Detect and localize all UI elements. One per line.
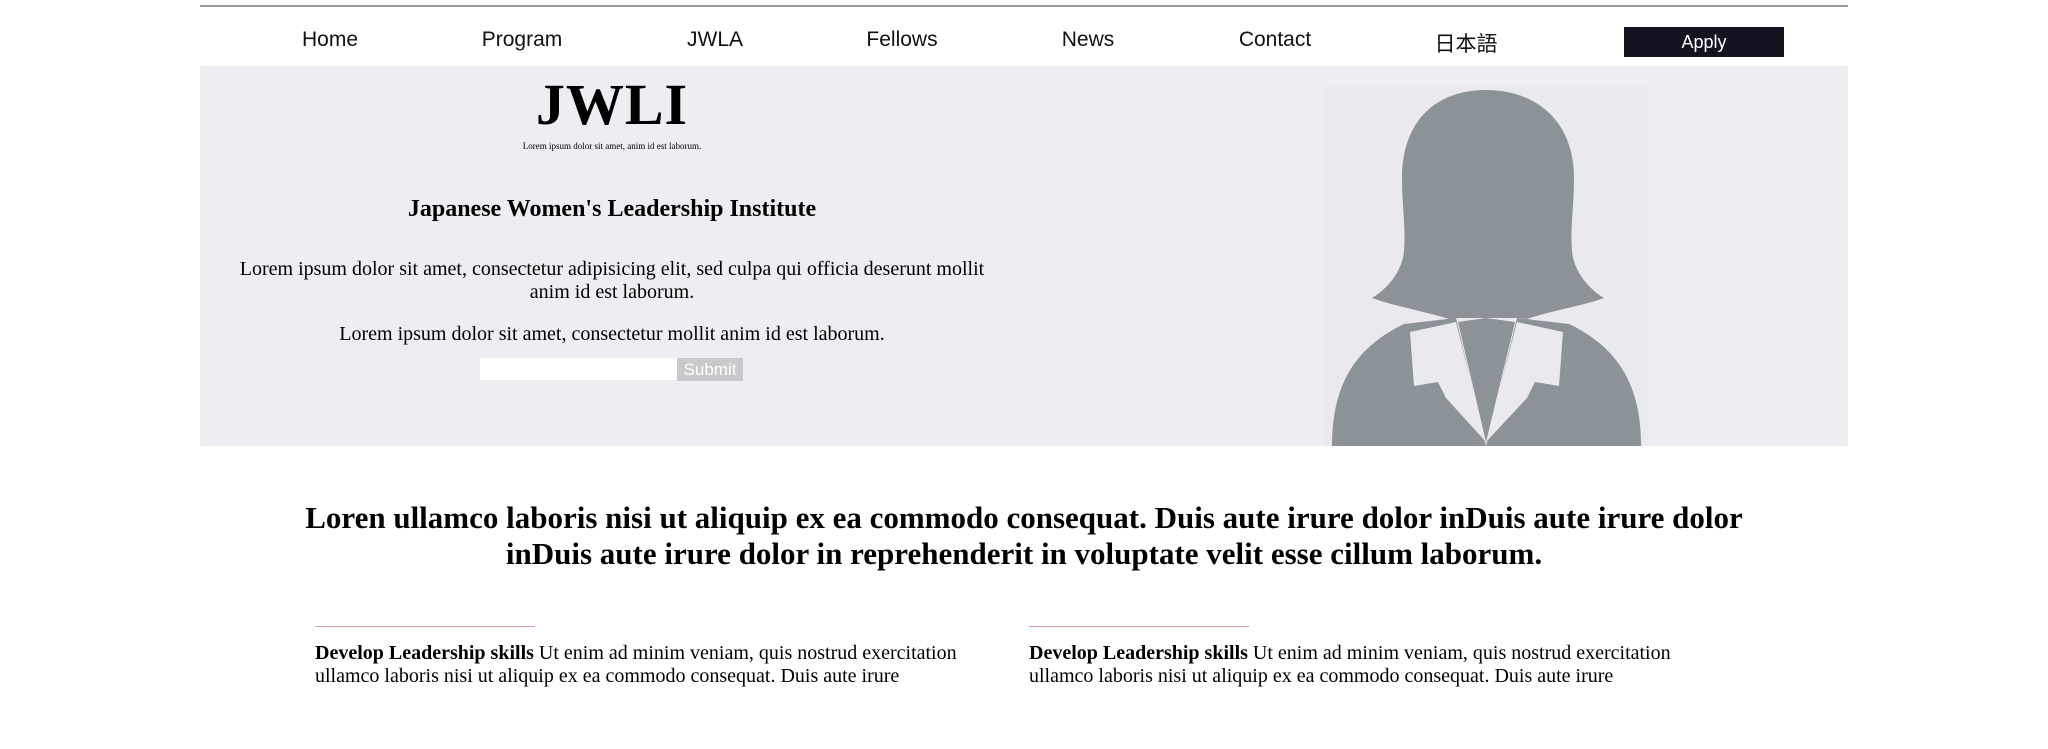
portrait-image: [1324, 86, 1649, 446]
card-divider: [315, 626, 535, 627]
card-divider: [1029, 626, 1249, 627]
hero-subtext: Lorem ipsum dolor sit amet, consectetur …: [339, 323, 885, 345]
hero-content: JWLI Lorem ipsum dolor sit amet, anim id…: [200, 66, 1024, 446]
page-frame: Home Program JWLA Fellows News Contact 日…: [200, 0, 1848, 749]
top-divider: [200, 5, 1848, 7]
nav-home[interactable]: Home: [302, 28, 358, 52]
hero-section: JWLI Lorem ipsum dolor sit amet, anim id…: [200, 66, 1848, 446]
feature-card: Develop Leadership skills Ut enim ad min…: [1029, 626, 1689, 688]
signup-form: Submit: [480, 358, 750, 382]
feature-text: Develop Leadership skills Ut enim ad min…: [1029, 642, 1689, 688]
apply-button[interactable]: Apply: [1624, 27, 1784, 57]
logo-title: JWLI: [535, 72, 689, 137]
person-silhouette-icon: [1332, 90, 1641, 446]
submit-button[interactable]: Submit: [677, 358, 743, 381]
main-nav: Home Program JWLA Fellows News Contact 日…: [200, 20, 1848, 66]
feature-title: Develop Leadership skills: [1029, 642, 1248, 664]
signup-input[interactable]: [480, 358, 680, 380]
nav-program[interactable]: Program: [482, 28, 563, 52]
hero-heading: Japanese Women's Leadership Institute: [407, 196, 817, 222]
nav-japanese[interactable]: 日本語: [1435, 28, 1498, 58]
lead-statement: Loren ullamco laboris nisi ut aliquip ex…: [305, 500, 1743, 571]
feature-text: Develop Leadership skills Ut enim ad min…: [315, 642, 975, 688]
logo-tagline: Lorem ipsum dolor sit amet, anim id est …: [522, 141, 702, 151]
nav-jwla[interactable]: JWLA: [687, 28, 743, 52]
hero-description: Lorem ipsum dolor sit amet, consectetur …: [239, 258, 985, 303]
feature-card: Develop Leadership skills Ut enim ad min…: [315, 626, 975, 688]
nav-news[interactable]: News: [1062, 28, 1115, 52]
nav-contact[interactable]: Contact: [1239, 28, 1311, 52]
nav-fellows[interactable]: Fellows: [866, 28, 937, 52]
feature-title: Develop Leadership skills: [315, 642, 534, 664]
